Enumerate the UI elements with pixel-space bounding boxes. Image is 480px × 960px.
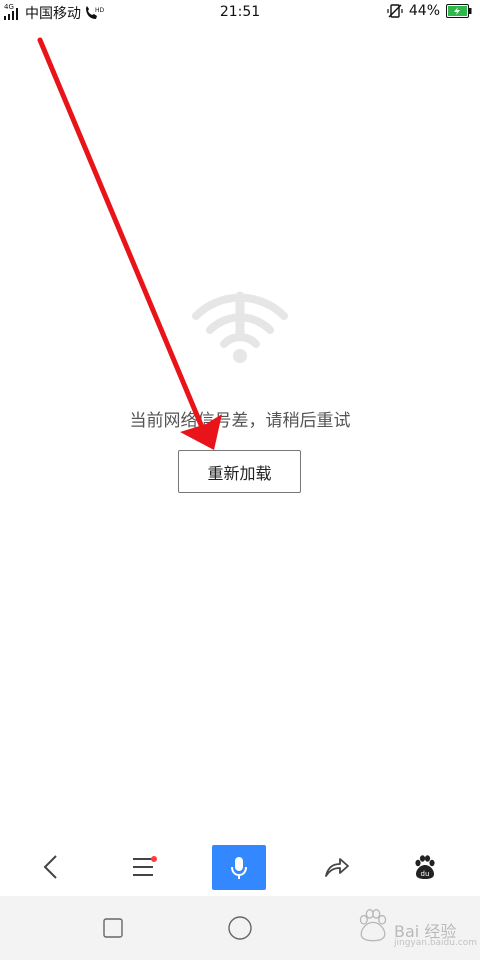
microphone-icon	[231, 856, 247, 879]
watermark-paw-icon	[359, 909, 387, 942]
watermark-url: jingyan.baidu.com	[394, 938, 478, 948]
status-bar: 4G 中国移动 HD 21:51 44%	[0, 0, 480, 26]
error-message: 当前网络信号差，请稍后重试	[129, 411, 351, 431]
vibrate-mute-icon	[387, 4, 403, 18]
baidu-paw-icon: du	[415, 855, 435, 879]
battery-charging-icon	[446, 4, 472, 18]
baidu-home-button[interactable]: du	[398, 842, 452, 892]
baidu-paw-label: du	[421, 870, 430, 878]
battery-percent: 44%	[408, 3, 440, 19]
share-arrow-icon	[325, 858, 349, 877]
recents-button[interactable]	[93, 908, 133, 948]
menu-button[interactable]	[116, 842, 170, 892]
square-icon	[103, 918, 123, 938]
notification-dot	[151, 856, 157, 862]
reload-button[interactable]: 重新加载	[178, 450, 301, 493]
circle-icon	[228, 916, 252, 940]
status-right: 44%	[387, 3, 472, 19]
share-button[interactable]	[310, 842, 364, 892]
chevron-left-icon	[43, 855, 57, 879]
voice-search-button[interactable]	[212, 845, 266, 890]
home-nav-button[interactable]	[220, 908, 260, 948]
browser-toolbar: du	[0, 838, 480, 896]
back-button[interactable]	[24, 842, 78, 892]
weak-signal-icon	[192, 291, 288, 363]
baidu-jingyan-watermark: Bai 经验 jingyan.baidu.com	[354, 902, 477, 952]
